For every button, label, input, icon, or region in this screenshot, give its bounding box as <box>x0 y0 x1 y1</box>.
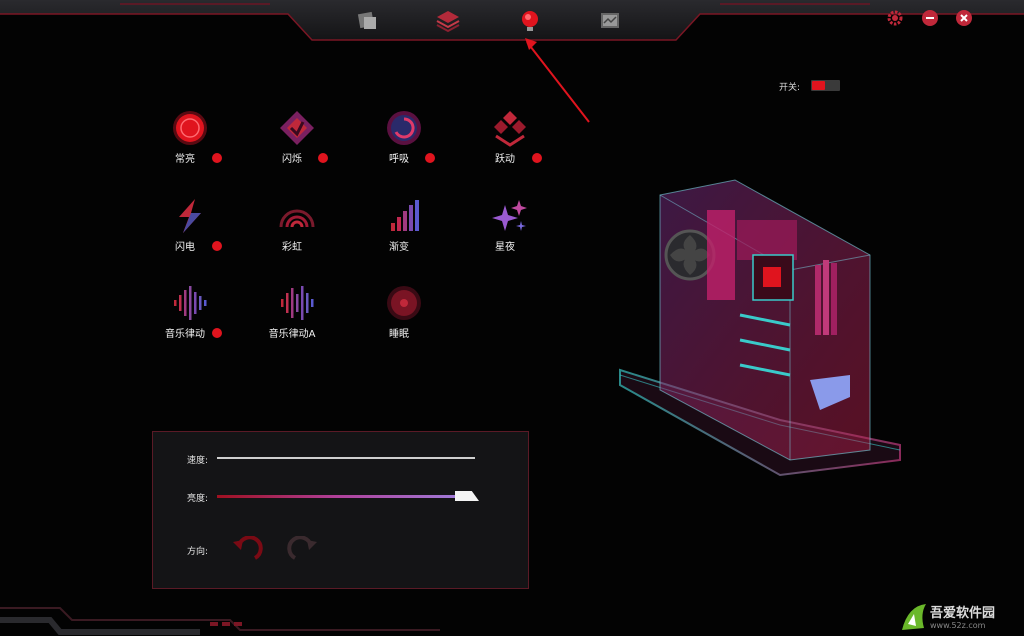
switch-label: 开关: <box>779 83 801 93</box>
effect-music-rhythm[interactable]: 音乐律动 <box>150 283 230 353</box>
status-dot <box>212 328 222 338</box>
effect-star-night[interactable]: 星夜 <box>470 196 550 266</box>
watermark-title: 吾爱软件园 <box>930 606 996 621</box>
star-night-icon <box>492 200 527 231</box>
tab-layers[interactable] <box>430 6 466 36</box>
effect-label: 常亮 <box>175 154 195 165</box>
rotate-left-icon <box>233 535 263 560</box>
flash-icon <box>280 111 314 145</box>
status-dot <box>212 241 222 251</box>
profile-icon <box>357 11 376 29</box>
jump-icon <box>494 111 526 147</box>
status-dot <box>318 153 328 163</box>
close-button[interactable] <box>955 9 973 27</box>
status-dot <box>212 153 222 163</box>
sleep-icon <box>387 286 421 320</box>
breath-icon <box>387 111 421 145</box>
brightness-slider-thumb[interactable] <box>455 491 479 501</box>
effect-label: 彩虹 <box>282 242 302 253</box>
tab-profile[interactable] <box>350 6 386 36</box>
effect-label: 星夜 <box>495 242 515 253</box>
close-icon <box>956 10 972 26</box>
bottom-decoration <box>0 607 440 635</box>
effect-label: 跃动 <box>495 154 515 165</box>
direction-counterclockwise-button[interactable] <box>229 535 263 566</box>
effect-label: 渐变 <box>389 242 409 253</box>
gear-icon <box>887 10 903 26</box>
music-rhythm-a-icon <box>281 286 314 320</box>
lightning-icon <box>179 199 201 233</box>
settings-panel: 速度: 亮度: 方向: <box>152 431 529 589</box>
brightness-label: 亮度: <box>187 494 209 504</box>
rainbow-icon <box>279 209 315 228</box>
effect-sleep[interactable]: 睡眠 <box>364 283 444 353</box>
layers-icon <box>436 11 460 33</box>
tab-monitor[interactable] <box>592 6 628 36</box>
effect-music-rhythm-a[interactable]: 音乐律动A <box>257 283 337 353</box>
pc-case-illustration <box>619 179 901 477</box>
watermark-url: www.52z.com <box>930 621 986 630</box>
speed-slider[interactable] <box>217 457 475 459</box>
effect-label: 音乐律动 <box>165 329 205 340</box>
effect-gradient[interactable]: 渐变 <box>364 196 444 266</box>
effect-label: 闪电 <box>175 242 195 253</box>
effect-label: 睡眠 <box>389 329 409 340</box>
monitor-icon <box>601 13 619 28</box>
direction-label: 方向: <box>187 547 209 557</box>
effect-jump[interactable]: 跃动 <box>470 108 550 178</box>
music-rhythm-icon <box>174 286 207 320</box>
brightness-slider[interactable] <box>217 495 457 498</box>
status-dot <box>532 153 542 163</box>
speed-label: 速度: <box>187 456 209 466</box>
minimize-button[interactable] <box>921 9 939 27</box>
effect-flash[interactable]: 闪烁 <box>257 108 337 178</box>
watermark: 吾爱软件园 www.52z.com <box>900 600 1020 634</box>
effect-lightning[interactable]: 闪电 <box>150 196 230 266</box>
steady-icon <box>173 111 207 145</box>
gradient-icon <box>391 200 419 231</box>
minimize-icon <box>922 10 938 26</box>
status-dot <box>425 153 435 163</box>
toggle-knob <box>812 81 825 90</box>
effect-breath[interactable]: 呼吸 <box>364 108 444 178</box>
effect-steady[interactable]: 常亮 <box>150 108 230 178</box>
direction-clockwise-button[interactable] <box>287 535 321 566</box>
settings-button[interactable] <box>886 9 904 27</box>
effect-label: 音乐律动A <box>268 329 316 340</box>
rotate-right-icon <box>287 535 317 560</box>
effect-rainbow[interactable]: 彩虹 <box>257 196 337 266</box>
effect-label: 呼吸 <box>389 154 409 165</box>
effect-label: 闪烁 <box>282 154 302 165</box>
power-toggle[interactable] <box>811 80 840 91</box>
